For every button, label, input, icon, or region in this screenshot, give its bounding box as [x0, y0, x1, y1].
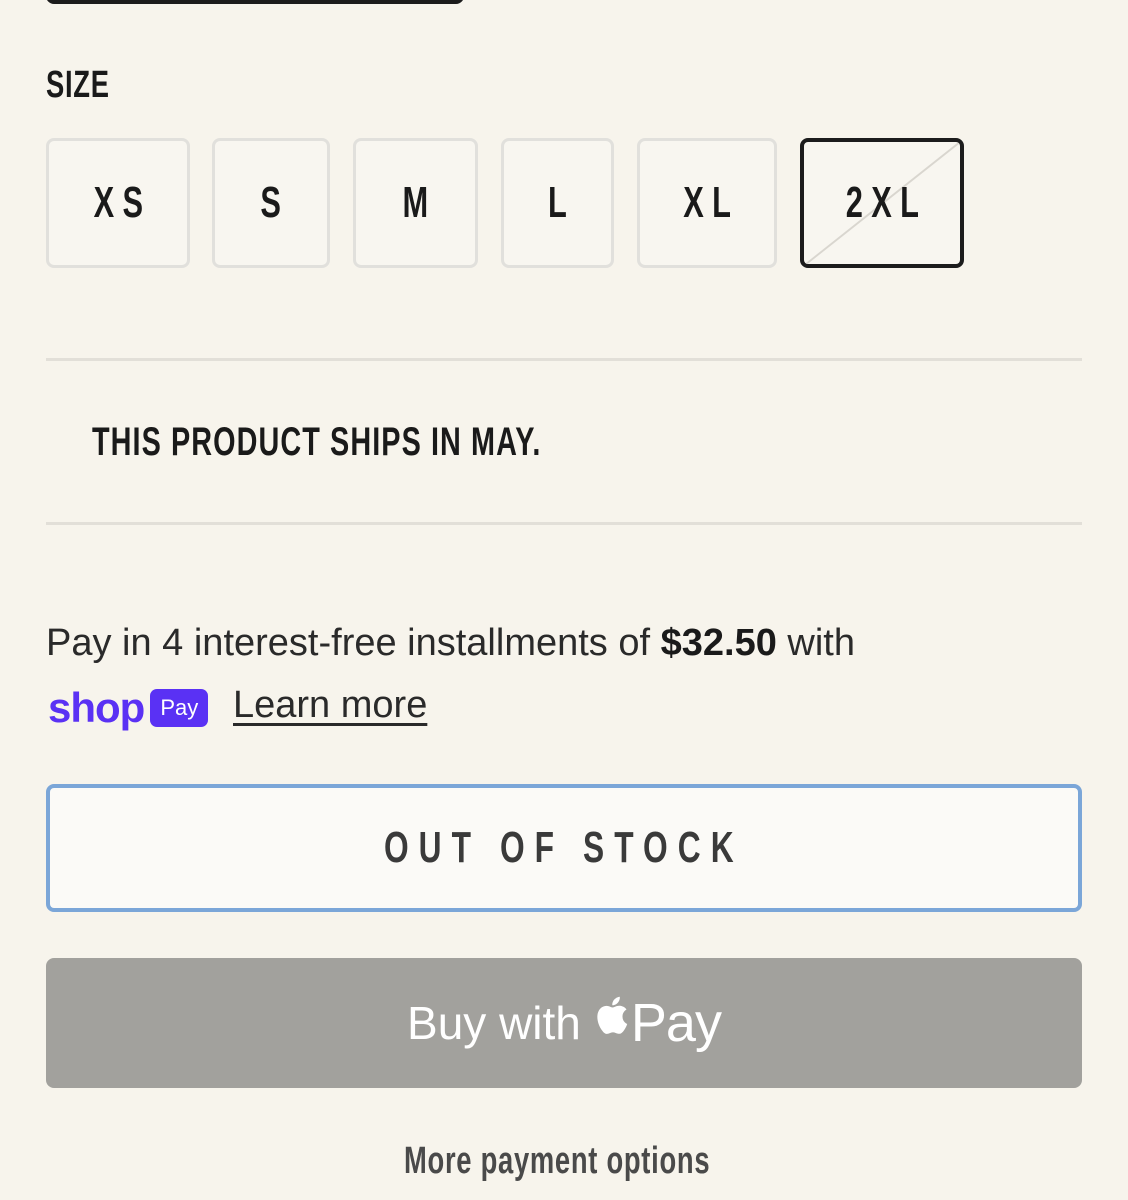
previous-option-box [46, 0, 464, 4]
size-heading: SIZE [46, 64, 110, 106]
learn-more-link[interactable]: Learn more [233, 684, 427, 727]
installment-amount: $32.50 [660, 622, 777, 664]
size-option-m[interactable]: M [353, 138, 478, 268]
out-of-stock-button[interactable]: OUT OF STOCK [46, 784, 1082, 912]
shop-pay-pill: Pay [150, 689, 209, 727]
buy-with-apple-pay-button[interactable]: Buy with Pay [46, 958, 1082, 1088]
divider-top [46, 358, 1082, 361]
shop-pay-wordmark: shop [48, 684, 145, 731]
size-option-s[interactable]: S [212, 138, 330, 268]
size-option-l[interactable]: L [501, 138, 614, 268]
shipping-notice: THIS PRODUCT SHIPS IN MAY. [92, 420, 542, 464]
size-option-2xl[interactable]: 2XL [800, 138, 964, 268]
apple-pay-word: Pay [630, 993, 722, 1053]
installments-prefix: Pay in 4 interest-free installments of [46, 622, 651, 664]
more-payment-options-link[interactable]: More payment options [404, 1140, 829, 1183]
size-option-xs[interactable]: XS [46, 138, 190, 268]
divider-bottom [46, 522, 1082, 525]
apple-pay-prefix: Buy with [407, 997, 581, 1049]
apple-icon [593, 993, 629, 1042]
installments-suffix: with [787, 622, 855, 664]
size-option-xl[interactable]: XL [637, 138, 777, 268]
installments-text: Pay in 4 interest-free installments of $… [46, 622, 855, 665]
shop-pay-logo: shop Pay [48, 684, 209, 732]
